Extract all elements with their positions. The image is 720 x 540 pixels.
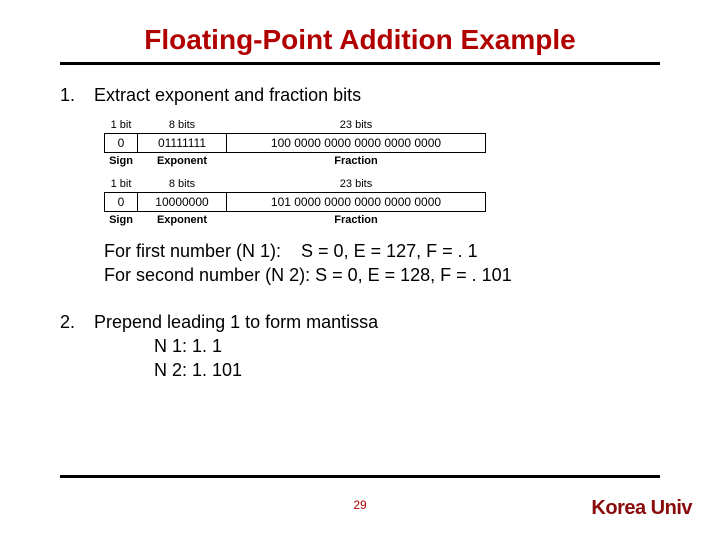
step-2-number: 2. — [60, 310, 94, 383]
ieee754-diagram: 1 bit 8 bits 23 bits 0 01111111 100 0000… — [104, 117, 660, 229]
slide-title: Floating-Point Addition Example — [60, 24, 660, 56]
n2-head-sign: 1 bit — [105, 176, 138, 192]
n2-exp: 10000000 — [138, 193, 227, 212]
content-list: 1. Extract exponent and fraction bits 1 … — [60, 83, 660, 383]
n1-exp: 01111111 — [138, 134, 227, 153]
n1-table: 1 bit 8 bits 23 bits 0 01111111 100 0000… — [104, 117, 486, 170]
step-1-text: Extract exponent and fraction bits — [94, 83, 660, 107]
n2-table: 1 bit 8 bits 23 bits 0 10000000 101 0000… — [104, 176, 486, 229]
lbl-exp-2: Exponent — [138, 212, 227, 229]
lbl-frac-2: Fraction — [227, 212, 486, 229]
lbl-sign: Sign — [105, 153, 138, 170]
step-2-text: Prepend leading 1 to form mantissa — [94, 310, 660, 334]
mantissa-n2: N 2: 1. 101 — [154, 358, 660, 382]
extract-n2: For second number (N 2): S = 0, E = 128,… — [104, 263, 660, 287]
n2-frac: 101 0000 0000 0000 0000 0000 — [227, 193, 486, 212]
extract-summary: For first number (N 1): S = 0, E = 127, … — [104, 239, 660, 288]
lbl-exp: Exponent — [138, 153, 227, 170]
n1-head-sign: 1 bit — [105, 117, 138, 133]
n2-head-exp: 8 bits — [138, 176, 227, 192]
n2-sign: 0 — [105, 193, 138, 212]
mantissa-n1: N 1: 1. 1 — [154, 334, 660, 358]
footer-rule — [60, 475, 660, 478]
slide: Floating-Point Addition Example 1. Extra… — [0, 0, 720, 540]
step-2-body: Prepend leading 1 to form mantissa N 1: … — [94, 310, 660, 383]
step-1: 1. Extract exponent and fraction bits — [60, 83, 660, 107]
footer-logo: Korea Univ — [591, 497, 692, 520]
n1-head-exp: 8 bits — [138, 117, 227, 133]
extract-n1: For first number (N 1): S = 0, E = 127, … — [104, 239, 660, 263]
step-2: 2. Prepend leading 1 to form mantissa N … — [60, 310, 660, 383]
lbl-sign-2: Sign — [105, 212, 138, 229]
title-rule — [60, 62, 660, 65]
n1-sign: 0 — [105, 134, 138, 153]
n2-head-frac: 23 bits — [227, 176, 486, 192]
step-1-number: 1. — [60, 83, 94, 107]
n1-head-frac: 23 bits — [227, 117, 486, 133]
lbl-frac: Fraction — [227, 153, 486, 170]
n1-frac: 100 0000 0000 0000 0000 0000 — [227, 134, 486, 153]
